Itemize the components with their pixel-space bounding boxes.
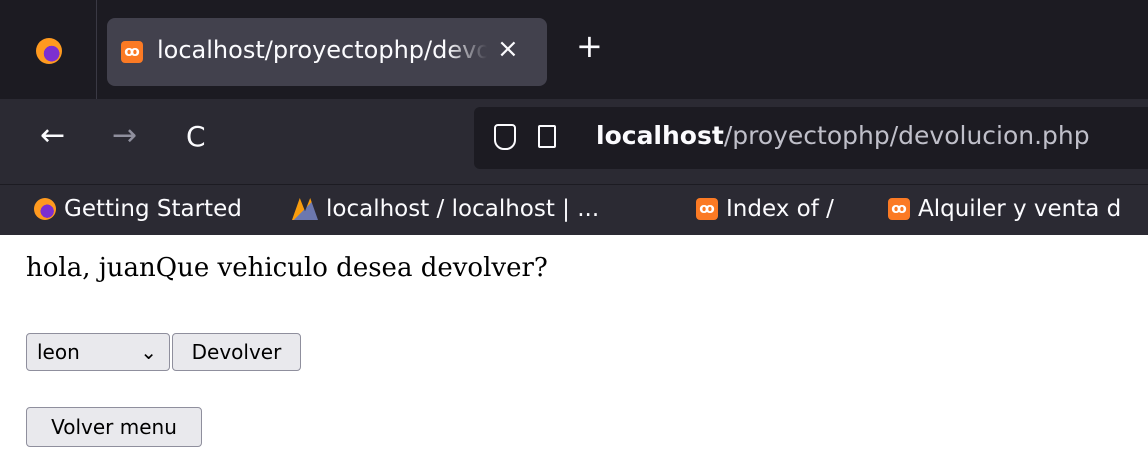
bookmark-alquiler[interactable]: ꝏ Alquiler y venta d bbox=[888, 196, 1121, 222]
return-vehicle-button[interactable]: Devolver bbox=[172, 333, 301, 371]
forward-arrow-icon[interactable]: → bbox=[112, 121, 137, 151]
page-content: hola, juanQue vehiculo desea devolver? l… bbox=[0, 235, 1148, 465]
xampp-favicon-icon: ꝏ bbox=[121, 41, 143, 63]
navigation-bar: ← → C localhost/proyectophp/devolucion.p… bbox=[0, 99, 1148, 184]
chevron-down-icon: ⌄ bbox=[140, 340, 157, 364]
tab-strip: ꝏ localhost/proyectophp/devolucion.php ×… bbox=[0, 0, 1148, 99]
bookmark-index-of[interactable]: ꝏ Index of / bbox=[696, 196, 834, 222]
tab-separator bbox=[96, 0, 97, 99]
url-text[interactable]: localhost/proyectophp/devolucion.php bbox=[596, 121, 1090, 150]
xampp-icon: ꝏ bbox=[888, 198, 910, 220]
vehicle-select[interactable]: leon ⌄ bbox=[26, 333, 170, 371]
firefox-icon bbox=[34, 198, 56, 220]
bookmark-getting-started[interactable]: Getting Started bbox=[34, 196, 242, 222]
url-path: /proyectophp/devolucion.php bbox=[723, 121, 1090, 150]
bookmark-phpmyadmin[interactable]: localhost / localhost | ... bbox=[292, 196, 599, 222]
bookmark-label: localhost / localhost | ... bbox=[326, 196, 600, 222]
back-to-menu-button[interactable]: Volver menu bbox=[26, 407, 202, 447]
bookmark-label: Getting Started bbox=[64, 196, 242, 222]
firefox-menu-icon[interactable] bbox=[36, 38, 62, 64]
active-tab[interactable]: ꝏ localhost/proyectophp/devolucion.php × bbox=[107, 18, 547, 86]
url-host: localhost bbox=[596, 121, 724, 150]
bookmark-label: Index of / bbox=[726, 196, 834, 222]
bookmark-label: Alquiler y venta d bbox=[918, 196, 1122, 222]
back-arrow-icon[interactable]: ← bbox=[40, 121, 65, 151]
bookmarks-bar: Getting Started localhost / localhost | … bbox=[0, 184, 1148, 235]
url-bar[interactable]: localhost/proyectophp/devolucion.php bbox=[474, 107, 1148, 169]
xampp-icon: ꝏ bbox=[696, 198, 718, 220]
vehicle-select-value: leon bbox=[37, 340, 80, 364]
browser-chrome: ꝏ localhost/proyectophp/devolucion.php ×… bbox=[0, 0, 1148, 235]
greeting-text: hola, juanQue vehiculo desea devolver? bbox=[26, 253, 548, 283]
phpmyadmin-icon bbox=[292, 198, 318, 220]
tab-title: localhost/proyectophp/devolucion.php bbox=[157, 36, 487, 64]
page-info-icon[interactable] bbox=[538, 125, 556, 148]
reload-icon[interactable]: C bbox=[186, 123, 206, 151]
close-tab-icon[interactable]: × bbox=[497, 34, 519, 64]
tracking-protection-shield-icon[interactable] bbox=[494, 124, 516, 150]
new-tab-icon[interactable]: + bbox=[576, 30, 603, 62]
